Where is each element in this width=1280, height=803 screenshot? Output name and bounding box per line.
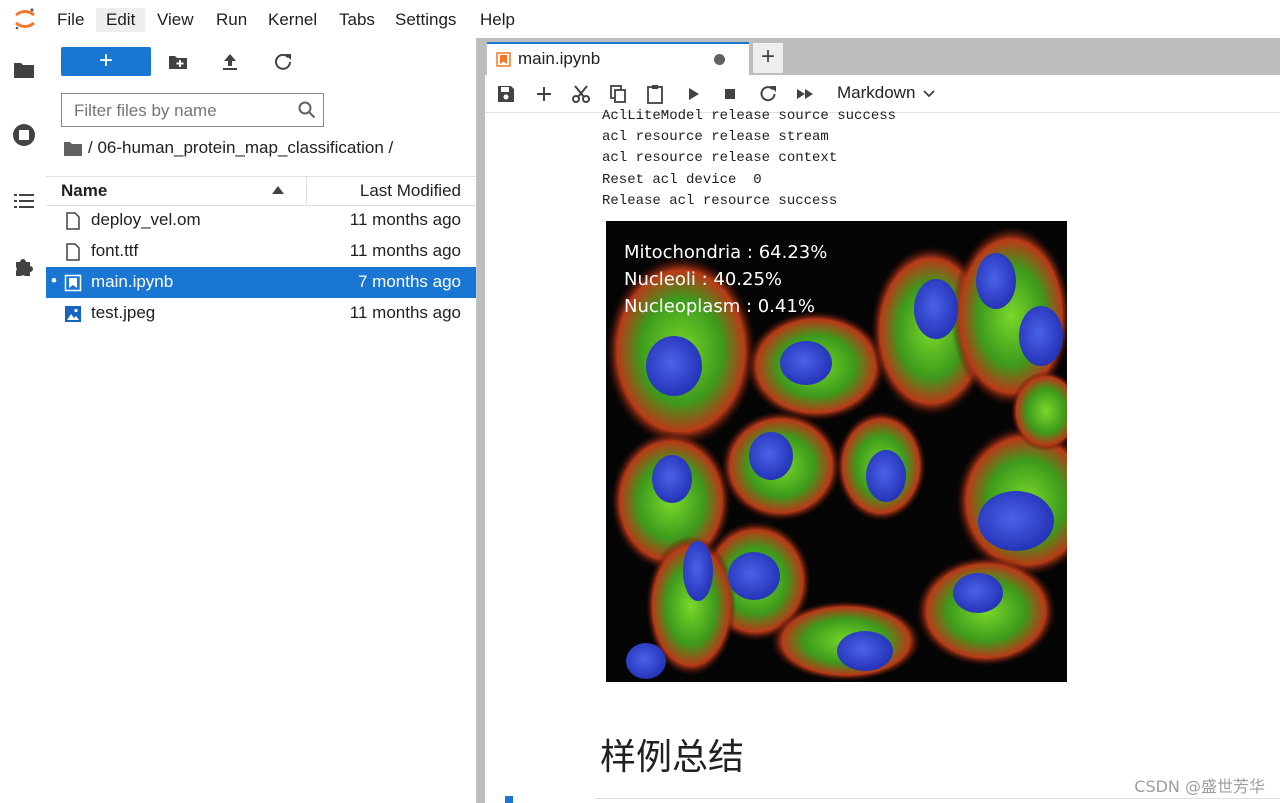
main-area: main.ipynb + Markdown AclLiteModel relea… (485, 38, 1280, 803)
file-modified: 11 months ago (349, 303, 461, 322)
file-name: deploy_vel.om (91, 210, 201, 229)
column-last-modified[interactable]: Last Modified (360, 181, 461, 201)
cell-microscopy-image: Mitochondria : 64.23% Nucleoli : 40.25% … (606, 221, 1067, 682)
paste-icon[interactable] (645, 84, 665, 104)
file-row-test-jpeg[interactable]: test.jpeg 11 months ago (46, 298, 476, 329)
menu-view[interactable]: View (157, 8, 194, 32)
running-indicator: • (51, 271, 57, 290)
new-folder-icon[interactable] (167, 51, 189, 73)
insert-cell-icon[interactable] (534, 84, 554, 104)
tab-main-ipynb[interactable]: main.ipynb (487, 42, 749, 75)
cell-output-text: AclLiteModel release source success acl … (602, 106, 896, 212)
breadcrumb[interactable]: / 06-human_protein_map_classification / (64, 138, 393, 162)
menu-settings[interactable]: Settings (395, 8, 456, 32)
file-row-main-ipynb[interactable]: • main.ipynb 7 months ago (46, 267, 476, 298)
activity-bar (0, 38, 47, 803)
refresh-icon[interactable] (272, 51, 294, 73)
file-browser: + / 06-human_protein_map_classification … (46, 38, 477, 803)
active-cell-marker (505, 796, 513, 803)
menu-edit[interactable]: Edit (96, 8, 146, 32)
column-name[interactable]: Name (61, 181, 107, 201)
image-label-nucleoplasm: Nucleoplasm : 0.41% (624, 296, 815, 317)
run-icon[interactable] (683, 84, 703, 104)
sort-ascending-icon[interactable] (272, 186, 284, 194)
restart-icon[interactable] (758, 84, 778, 104)
file-modified: 7 months ago (357, 272, 461, 291)
menu-bar: File Edit View Run Kernel Tabs Settings … (0, 0, 1280, 39)
new-launcher-button[interactable]: + (61, 47, 151, 76)
markdown-heading: 样例总结 (600, 737, 745, 778)
tab-label: main.ipynb (518, 49, 601, 68)
image-label-mitochondria: Mitochondria : 64.23% (624, 242, 827, 263)
menu-file[interactable]: File (57, 8, 84, 32)
notebook-icon (64, 274, 82, 292)
file-name: test.jpeg (91, 303, 156, 322)
output-line: Release acl resource success (602, 192, 838, 209)
unsaved-indicator-icon[interactable] (714, 54, 725, 65)
output-line: Reset acl device 0 (602, 171, 762, 188)
output-line: AclLiteModel release source success (602, 108, 897, 124)
output-line: acl resource release stream (602, 129, 829, 146)
cell-type-value: Markdown (837, 83, 916, 102)
image-file-icon (65, 306, 81, 322)
tab-bar: main.ipynb + (485, 38, 1280, 75)
file-modified: 11 months ago (349, 241, 461, 260)
extension-icon[interactable] (12, 254, 36, 278)
file-row-font[interactable]: font.ttf 11 months ago (46, 236, 476, 267)
breadcrumb-path[interactable]: / 06-human_protein_map_classification / (88, 138, 393, 157)
filter-input[interactable] (72, 98, 296, 124)
notebook-icon (496, 52, 511, 67)
image-label-nucleoli: Nucleoli : 40.25% (624, 269, 782, 290)
cell-type-select[interactable]: Markdown (837, 83, 936, 103)
menu-run[interactable]: Run (216, 8, 247, 32)
menu-help[interactable]: Help (480, 8, 515, 32)
jupyter-logo-icon[interactable] (12, 6, 38, 32)
menu-tabs[interactable]: Tabs (339, 8, 375, 32)
watermark: CSDN @盛世芳华 (1134, 777, 1265, 796)
folder-icon[interactable] (12, 58, 36, 82)
file-list-header: Name Last Modified (46, 176, 476, 206)
cell-divider (595, 798, 1280, 799)
toc-icon[interactable] (12, 189, 36, 213)
add-tab-button[interactable]: + (753, 43, 783, 73)
file-icon (66, 212, 80, 230)
file-row-deploy-vel[interactable]: deploy_vel.om 11 months ago (46, 205, 476, 236)
stop-icon[interactable] (720, 84, 740, 104)
home-folder-icon[interactable] (64, 141, 82, 157)
panel-splitter[interactable] (477, 38, 485, 803)
save-icon[interactable] (496, 84, 516, 104)
cell-output-image: Mitochondria : 64.23% Nucleoli : 40.25% … (606, 221, 1067, 682)
file-filter-box (61, 93, 324, 127)
chevron-down-icon (923, 89, 936, 97)
menu-kernel[interactable]: Kernel (268, 8, 317, 32)
file-name: font.ttf (91, 241, 139, 260)
copy-icon[interactable] (608, 84, 628, 104)
column-divider[interactable] (306, 177, 307, 205)
upload-icon[interactable] (219, 51, 241, 73)
output-line: acl resource release context (602, 150, 838, 167)
running-icon[interactable] (12, 123, 36, 147)
file-name: main.ipynb (91, 272, 174, 291)
file-icon (66, 243, 80, 261)
file-modified: 11 months ago (349, 210, 461, 229)
cut-icon[interactable] (571, 84, 591, 104)
search-icon[interactable] (298, 101, 316, 119)
fast-forward-icon[interactable] (795, 84, 815, 104)
